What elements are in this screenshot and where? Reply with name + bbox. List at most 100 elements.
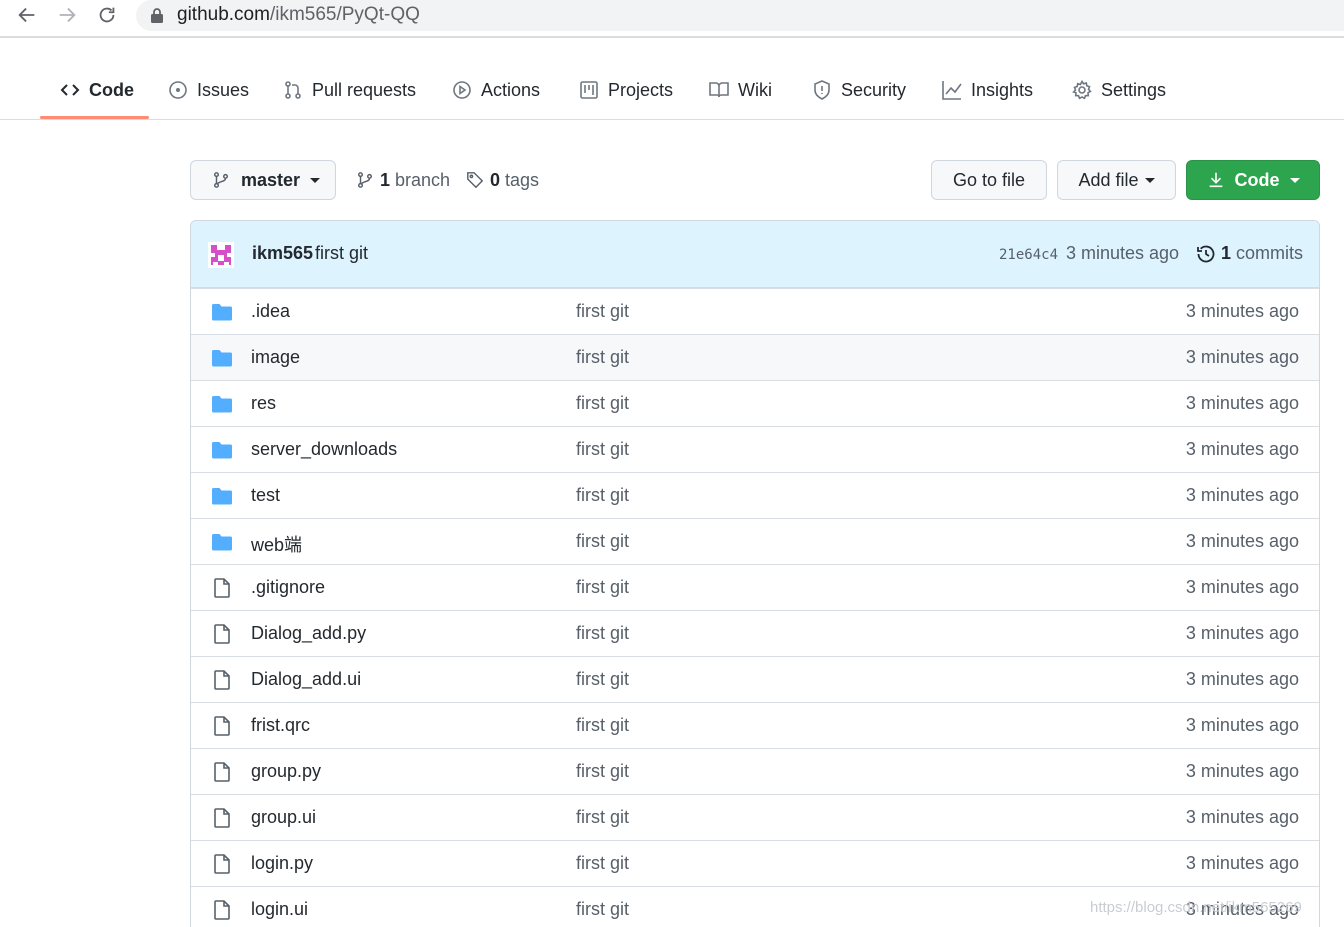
file-commit-message-link[interactable]: first git: [576, 807, 629, 828]
repo-nav: Code Issues Pull requests Actions Projec…: [0, 40, 1344, 120]
tab-issues[interactable]: Issues: [168, 76, 249, 104]
caret-down-icon: [1144, 177, 1155, 183]
url-text[interactable]: github.com/ikm565/PyQt-QQ: [177, 3, 420, 27]
tab-projects[interactable]: Projects: [579, 76, 673, 104]
commit-message-link[interactable]: first git: [315, 243, 368, 264]
file-row[interactable]: image first git 3 minutes ago: [191, 334, 1319, 380]
tab-wiki[interactable]: Wiki: [709, 76, 772, 104]
folder-icon: [211, 532, 233, 552]
tab-settings[interactable]: Settings: [1072, 76, 1166, 104]
file-commit-message-link[interactable]: first git: [576, 393, 629, 414]
file-row[interactable]: server_downloads first git 3 minutes ago: [191, 426, 1319, 472]
caret-down-icon: [1289, 177, 1300, 183]
file-name-link[interactable]: web端: [251, 531, 302, 557]
file-commit-message-link[interactable]: first git: [576, 531, 629, 552]
file-name-link[interactable]: group.ui: [251, 807, 316, 828]
shield-icon: [814, 80, 830, 100]
file-commit-message-link[interactable]: first git: [576, 853, 629, 874]
file-name-link[interactable]: frist.qrc: [251, 715, 310, 736]
add-file-button[interactable]: Add file: [1057, 160, 1176, 200]
git-branch-icon: [213, 172, 229, 188]
file-row[interactable]: frist.qrc first git 3 minutes ago: [191, 702, 1319, 748]
folder-icon: [211, 394, 233, 414]
file-name-link[interactable]: .gitignore: [251, 577, 325, 598]
file-name-link[interactable]: Dialog_add.ui: [251, 669, 361, 690]
go-to-file-button[interactable]: Go to file: [931, 160, 1047, 200]
file-commit-message-link[interactable]: first git: [576, 301, 629, 322]
forward-arrow-icon[interactable]: [56, 4, 80, 26]
issue-opened-icon: [169, 81, 187, 99]
file-row[interactable]: res first git 3 minutes ago: [191, 380, 1319, 426]
file-row[interactable]: test first git 3 minutes ago: [191, 472, 1319, 518]
tab-insights[interactable]: Insights: [942, 76, 1033, 104]
file-row[interactable]: group.ui first git 3 minutes ago: [191, 794, 1319, 840]
file-commit-message-link[interactable]: first git: [576, 439, 629, 460]
file-commit-age: 3 minutes ago: [1185, 807, 1299, 827]
file-commit-age: 3 minutes ago: [1185, 577, 1299, 597]
file-commit-age: 3 minutes ago: [1185, 393, 1299, 413]
file-row[interactable]: .gitignore first git 3 minutes ago: [191, 564, 1319, 610]
file-name-link[interactable]: group.py: [251, 761, 321, 782]
file-name-link[interactable]: test: [251, 485, 280, 506]
reload-icon[interactable]: [96, 4, 120, 26]
file-commit-message-link[interactable]: first git: [576, 899, 629, 920]
file-commit-age: 3 minutes ago: [1185, 669, 1299, 689]
tag-icon: [467, 172, 484, 189]
tab-pull-requests[interactable]: Pull requests: [283, 76, 416, 104]
tags-link[interactable]: 0 tags: [466, 168, 539, 192]
file-row[interactable]: .idea first git 3 minutes ago: [191, 288, 1319, 334]
graph-icon: [942, 81, 962, 100]
file-commit-message-link[interactable]: first git: [576, 485, 629, 506]
file-commit-message-link[interactable]: first git: [576, 715, 629, 736]
back-arrow-icon[interactable]: [16, 4, 40, 26]
branches-link[interactable]: 1 branch: [356, 168, 450, 192]
file-icon: [211, 808, 233, 828]
gear-icon: [1072, 80, 1092, 100]
latest-commit-bar: ikm565 first git 21e64c4 3 minutes ago 1…: [191, 221, 1319, 288]
folder-icon: [211, 348, 233, 368]
watermark: https://blog.csdn.net/ikm565269: [1090, 899, 1302, 916]
branch-select-button[interactable]: master: [190, 160, 336, 200]
file-row[interactable]: Dialog_add.ui first git 3 minutes ago: [191, 656, 1319, 702]
file-icon: [211, 854, 233, 874]
file-row[interactable]: login.py first git 3 minutes ago: [191, 840, 1319, 886]
file-row[interactable]: web端 first git 3 minutes ago: [191, 518, 1319, 564]
file-commit-age: 3 minutes ago: [1185, 623, 1299, 643]
file-name-link[interactable]: image: [251, 347, 300, 368]
folder-icon: [211, 302, 233, 322]
commit-sha-link[interactable]: 21e64c4: [999, 247, 1058, 263]
file-icon: [211, 670, 233, 690]
file-name-link[interactable]: login.py: [251, 853, 313, 874]
git-branch-icon: [357, 172, 373, 188]
git-pull-request-icon: [285, 81, 301, 99]
file-commit-message-link[interactable]: first git: [576, 347, 629, 368]
file-name-link[interactable]: .idea: [251, 301, 290, 322]
folder-icon: [211, 486, 233, 506]
file-commit-message-link[interactable]: first git: [576, 761, 629, 782]
file-commit-message-link[interactable]: first git: [576, 623, 629, 644]
file-name-link[interactable]: Dialog_add.py: [251, 623, 366, 644]
history-icon: [1197, 245, 1215, 262]
avatar[interactable]: [208, 242, 234, 268]
file-commit-age: 3 minutes ago: [1185, 715, 1299, 735]
code-download-button[interactable]: Code: [1186, 160, 1320, 200]
file-commit-age: 3 minutes ago: [1185, 853, 1299, 873]
file-name-link[interactable]: login.ui: [251, 899, 308, 920]
caret-down-icon: [310, 177, 321, 183]
commit-author-link[interactable]: ikm565: [252, 243, 313, 264]
file-commit-message-link[interactable]: first git: [576, 577, 629, 598]
file-commit-message-link[interactable]: first git: [576, 669, 629, 690]
browser-toolbar: github.com/ikm565/PyQt-QQ: [0, 0, 1344, 38]
commits-link[interactable]: 1 commits: [1196, 243, 1303, 264]
file-row[interactable]: Dialog_add.py first git 3 minutes ago: [191, 610, 1319, 656]
file-name-link[interactable]: res: [251, 393, 276, 414]
file-row[interactable]: group.py first git 3 minutes ago: [191, 748, 1319, 794]
commit-time: 3 minutes ago: [1066, 243, 1180, 263]
play-icon: [453, 81, 471, 99]
file-name-link[interactable]: server_downloads: [251, 439, 397, 460]
project-board-icon: [580, 81, 598, 99]
tab-security[interactable]: Security: [812, 76, 906, 104]
tab-actions[interactable]: Actions: [452, 76, 540, 104]
tab-code[interactable]: Code: [60, 76, 134, 104]
code-icon: [60, 84, 80, 96]
